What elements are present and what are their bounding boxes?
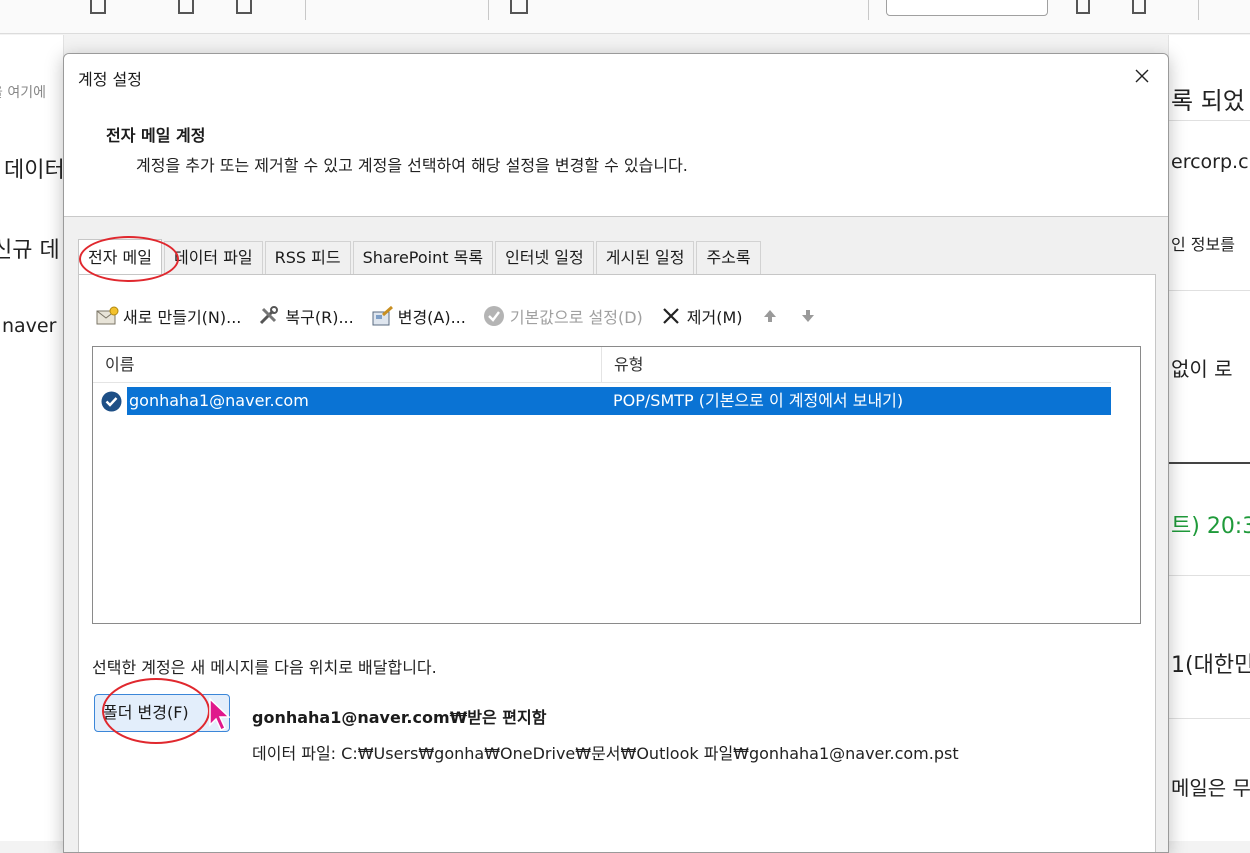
toolbar-icon [1076,0,1090,14]
change-label: 변경(A)... [397,308,466,327]
tab-address-books[interactable]: 주소록 [696,241,761,275]
section-description: 계정을 추가 또는 제거할 수 있고 계정을 선택하여 해당 설정을 변경할 수… [136,156,688,175]
remove-label: 제거(M) [686,308,743,327]
edit-account-icon [370,305,394,327]
tab-data-files[interactable]: 데이터 파일 [163,241,263,275]
bg-text: 인 정보를 [1171,235,1235,254]
toolbar-icon [1132,0,1146,14]
column-header-name[interactable]: 이름 [93,347,602,383]
account-name: gonhaha1@naver.com [129,391,309,410]
tab-internet-calendars[interactable]: 인터넷 일정 [495,241,594,275]
close-icon [1135,69,1149,83]
tab-sharepoint-lists[interactable]: SharePoint 목록 [352,241,494,275]
toolbar-separator [1198,0,1199,20]
new-account-button[interactable]: 새로 만들기(N)... [95,304,241,328]
tools-icon [257,305,281,327]
dialog-title: 계정 설정 [78,70,142,89]
calendar-icon [90,0,106,14]
divider [1169,718,1250,719]
toolbar-separator [305,0,306,20]
bg-text: 신규 데 [0,238,60,263]
repair-label: 복구(R)... [285,308,354,327]
set-default-label: 기본값으로 설정(D) [509,308,643,327]
move-down-button[interactable] [797,305,819,327]
background-toolbar [0,0,1250,34]
bg-text: naver [2,315,57,337]
bg-text: 록 되었 [1171,87,1245,115]
delivery-folder-path: gonhaha1@naver.com₩받은 편지함 [252,708,547,727]
divider [1169,120,1250,121]
toolbar-icon [510,0,528,14]
arrow-down-icon [801,310,814,322]
repair-button[interactable]: 복구(R)... [257,304,354,328]
list-header: 이름 유형 [93,347,1111,383]
toolbar-icon [236,0,252,14]
remove-x-icon [659,305,683,327]
column-header-type[interactable]: 유형 [602,347,1111,383]
tab-rss-feeds[interactable]: RSS 피드 [264,241,351,275]
bg-text: 을 여기에 [0,85,46,101]
account-type: POP/SMTP (기본으로 이 계정에서 보내기) [613,391,904,410]
arrow-up-icon [763,310,776,322]
dialog-header: 전자 메일 계정 계정을 추가 또는 제거할 수 있고 계정을 선택하여 해당 … [64,100,1168,217]
dialog-titlebar: 계정 설정 [64,54,1168,100]
section-title: 전자 메일 계정 [106,126,206,145]
delivery-label: 선택한 계정은 새 메시지를 다음 위치로 배달합니다. [92,658,437,677]
check-circle-icon [482,305,506,327]
divider [1169,575,1250,576]
close-button[interactable] [1126,62,1158,90]
tab-published-calendars[interactable]: 게시된 일정 [595,241,695,275]
divider [1169,290,1250,291]
bg-text: 없이 로 [1171,357,1233,381]
tab-bar: 전자 메일 데이터 파일 RSS 피드 SharePoint 목록 인터넷 일정… [78,239,763,275]
toolbar-icon [178,0,194,14]
new-mail-icon [95,305,119,327]
toolbar-separator [868,0,869,20]
account-list[interactable]: 이름 유형 gonhaha1@naver.com POP/SMTP (기본으로 … [92,346,1141,624]
move-up-button[interactable] [759,305,781,327]
set-default-button[interactable]: 기본값으로 설정(D) [482,304,643,328]
default-account-check-icon [101,391,122,412]
background-right-pane: 록 되었 ercorp.c 인 정보를 없이 로 트) 20:3 1(대한민 메… [1168,35,1250,841]
bg-text: 메일은 무 [1171,776,1250,800]
account-settings-dialog: 계정 설정 전자 메일 계정 계정을 추가 또는 제거할 수 있고 계정을 선택… [63,53,1169,853]
bg-text: ercorp.c [1171,151,1249,173]
mouse-cursor-icon [209,697,231,732]
change-button[interactable]: 변경(A)... [370,304,466,328]
remove-button[interactable]: 제거(M) [659,304,743,328]
divider [1169,462,1250,464]
tab-email[interactable]: 전자 메일 [78,239,162,275]
account-row[interactable]: gonhaha1@naver.com POP/SMTP (기본으로 이 계정에서… [127,387,1111,415]
toolbar-separator [488,0,489,20]
bg-text: 1(대한민 [1171,653,1250,678]
bg-text: 데이터 [4,158,64,183]
background-left-pane: 을 여기에 데이터 신규 데 naver [0,35,64,841]
data-file-path: 데이터 파일: C:₩Users₩gonha₩OneDrive₩문서₩Outlo… [252,744,959,763]
account-toolbar: 새로 만들기(N)... 복구(R)... 변경(A)... 기본값으로 설정(… [95,303,835,329]
bg-text: 트) 20:3 [1171,514,1250,539]
search-box[interactable] [886,0,1048,16]
new-account-label: 새로 만들기(N)... [123,308,242,327]
